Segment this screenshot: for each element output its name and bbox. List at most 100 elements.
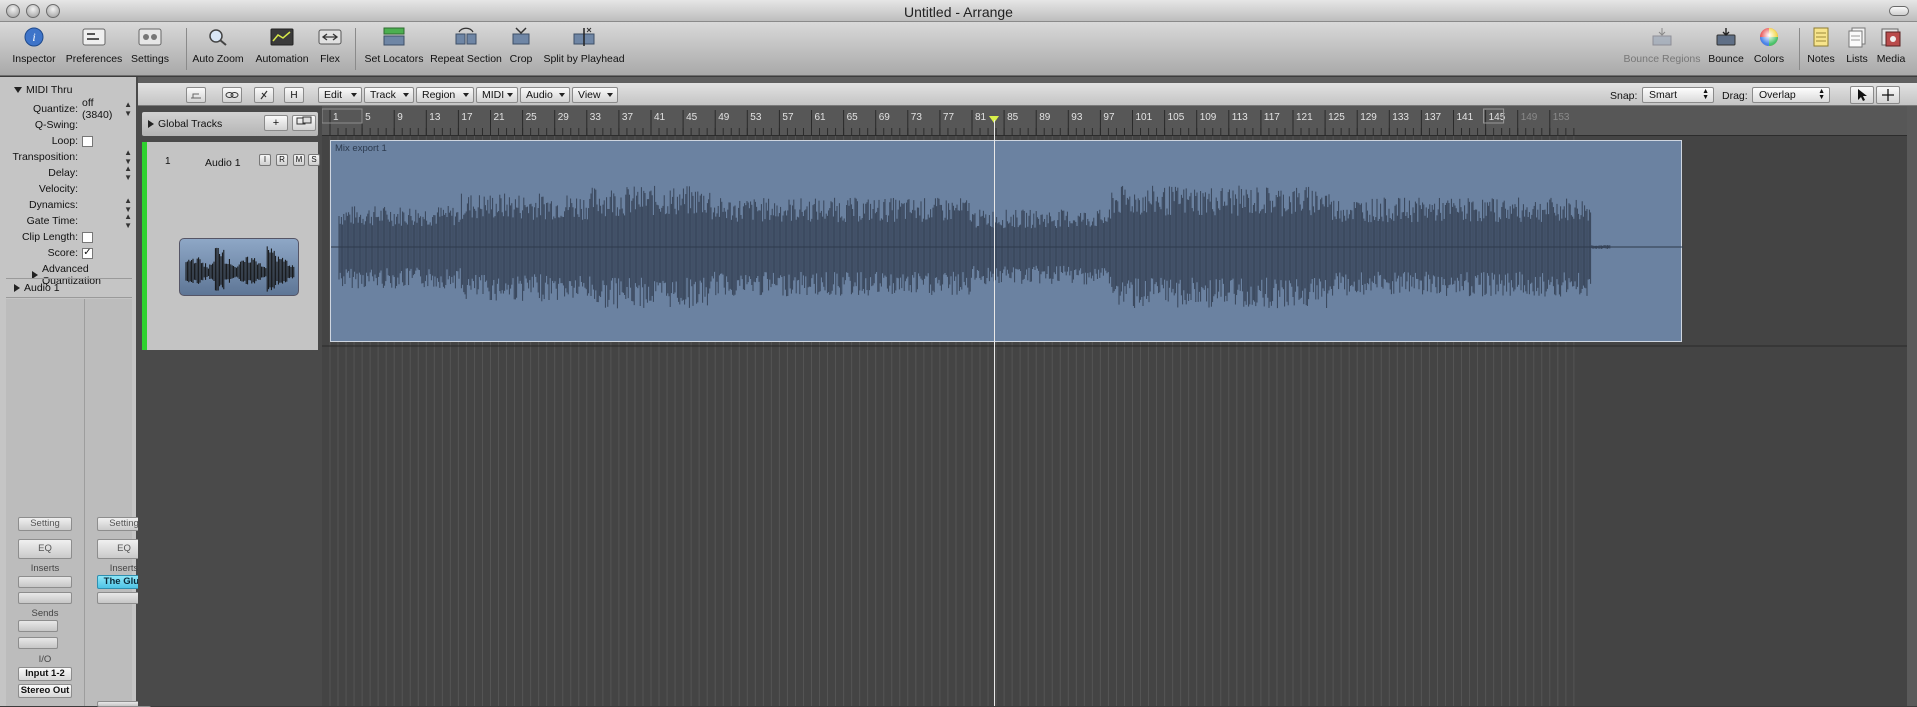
ruler-mark: 65 <box>847 112 859 123</box>
strip1-output-button[interactable]: Stereo Out <box>18 684 72 698</box>
preferences-icon <box>81 26 107 48</box>
settings-icon <box>137 26 163 48</box>
stepper-icon[interactable]: ▲ ▼ <box>124 164 132 182</box>
strip1-eq-button[interactable]: EQ <box>18 539 72 559</box>
flex-button[interactable]: Flex <box>298 26 362 65</box>
duplicate-track-button[interactable] <box>292 115 316 131</box>
disclosure-triangle-icon <box>14 284 20 292</box>
media-button[interactable]: Media <box>1860 26 1917 65</box>
media-icon <box>1878 26 1904 48</box>
score-row[interactable]: Score: ✓ <box>6 245 132 261</box>
midi-thru-disclosure[interactable]: MIDI Thru <box>14 84 72 96</box>
clip-length-checkbox[interactable] <box>82 231 93 243</box>
link-icon[interactable] <box>222 87 242 103</box>
ruler-mark: 29 <box>558 112 570 123</box>
score-checkbox[interactable]: ✓ <box>82 247 93 259</box>
quantize-row[interactable]: Quantize: off (3840) ▲ ▼ <box>6 97 132 121</box>
strip1-setting-button[interactable]: Setting <box>18 517 72 531</box>
gate-time-row[interactable]: Gate Time: ▲ ▼ <box>6 212 132 230</box>
ruler-mark: 113 <box>1232 112 1248 123</box>
ruler-mark: 89 <box>1039 112 1051 123</box>
inspector-button[interactable]: i Inspector <box>2 26 66 65</box>
arrange-local-menu-bar: H Edit Track Region MIDI Audio View Snap… <box>138 77 1917 106</box>
repeat-icon <box>453 26 479 48</box>
updown-icon: ▲ ▼ <box>1702 88 1709 101</box>
input-monitor-button[interactable]: I <box>259 154 271 166</box>
edit-menu[interactable]: Edit <box>318 87 362 103</box>
velocity-row[interactable]: Velocity: <box>6 181 132 197</box>
strip1-send-slot[interactable] <box>18 620 58 632</box>
crosshair-tool-icon[interactable] <box>1876 86 1900 104</box>
ruler-mark: 53 <box>750 112 762 123</box>
loop-checkbox[interactable] <box>82 135 93 147</box>
ruler-mark: 125 <box>1328 112 1345 123</box>
global-tracks-header[interactable]: Global Tracks + <box>142 112 318 136</box>
drag-select[interactable]: Overlap ▲ ▼ <box>1752 87 1830 103</box>
clip-length-row[interactable]: Clip Length: <box>6 229 132 245</box>
audio-region[interactable]: Mix export 1 <box>330 140 1683 342</box>
settings-button[interactable]: Settings <box>118 26 182 65</box>
playhead[interactable] <box>994 120 995 706</box>
midi-menu[interactable]: MIDI <box>476 87 518 103</box>
stepper-icon[interactable]: ▲ ▼ <box>124 212 132 230</box>
preferences-button[interactable]: Preferences <box>62 26 126 65</box>
bar-ruler[interactable]: 1 5 9 13 17 21 25 29 33 37 41 45 49 53 57 61 65 69 73 77 81 8… <box>322 106 1917 136</box>
hide-button[interactable]: H <box>284 87 304 103</box>
audio-menu[interactable]: Audio <box>520 87 570 103</box>
toolbar-separator <box>355 28 356 70</box>
region-menu[interactable]: Region <box>416 87 474 103</box>
split-by-playhead-button[interactable]: Split by Playhead <box>543 26 625 65</box>
title-bar: Untitled - Arrange <box>0 0 1917 22</box>
add-track-button[interactable]: + <box>264 115 288 131</box>
ruler-mark: 37 <box>622 112 634 123</box>
snap-select[interactable]: Smart ▲ ▼ <box>1642 87 1714 103</box>
ruler-mark: 25 <box>526 112 538 123</box>
ruler-mark: 45 <box>686 112 698 123</box>
audio-1-disclosure[interactable]: Audio 1 <box>14 282 60 294</box>
strip1-insert-slot[interactable] <box>18 576 72 588</box>
q-swing-row[interactable]: Q-Swing: <box>6 117 132 133</box>
record-enable-button[interactable]: R <box>276 154 288 166</box>
dynamics-row[interactable]: Dynamics: ▲ ▼ <box>6 196 132 214</box>
chevron-down-icon <box>507 93 513 97</box>
hide-tracks-icon[interactable] <box>254 87 274 103</box>
vertical-scrollbar[interactable] <box>1907 106 1917 706</box>
toolbar-toggle-button[interactable] <box>1889 6 1909 16</box>
ruler-mark: 13 <box>429 112 441 123</box>
ruler-mark: 33 <box>590 112 602 123</box>
strip1-send-slot[interactable] <box>18 637 58 649</box>
ruler-mark: 41 <box>654 112 666 123</box>
strip1-input-button[interactable]: Input 1-2 <box>18 667 72 681</box>
ruler-mark: 57 <box>782 112 794 123</box>
track-header-audio-1[interactable]: 1 Audio 1 I R M S <box>142 142 320 350</box>
stepper-icon[interactable]: ▲ ▼ <box>124 100 132 118</box>
bounce-regions-button[interactable]: Bounce Regions <box>1623 26 1701 65</box>
inspector-panel: MIDI Thru Quantize: off (3840) ▲ ▼ Q-Swing… <box>0 77 151 707</box>
strip1-insert-slot[interactable] <box>18 592 72 604</box>
chevron-down-icon <box>463 93 469 97</box>
ruler-mark: 117 <box>1264 112 1280 123</box>
strip1-sends-label: Sends <box>31 608 59 619</box>
mute-button[interactable]: M <box>293 154 305 166</box>
catch-icon[interactable] <box>186 87 206 103</box>
view-menu[interactable]: View <box>572 87 618 103</box>
auto-zoom-button[interactable]: Auto Zoom <box>186 26 250 65</box>
window-title: Untitled - Arrange <box>904 4 1013 20</box>
ruler-mark: 121 <box>1296 112 1313 123</box>
set-locators-button[interactable]: Set Locators <box>362 26 426 65</box>
chevron-down-icon <box>351 93 357 97</box>
delay-row[interactable]: Delay: ▲ ▼ <box>6 164 132 182</box>
ruler-mark: 1 <box>333 112 339 123</box>
solo-button[interactable]: S <box>308 154 320 166</box>
track-menu[interactable]: Track <box>364 87 414 103</box>
chevron-down-icon <box>607 93 613 97</box>
ruler-mark: 73 <box>911 112 923 123</box>
ruler-mark: 17 <box>461 112 473 123</box>
drag-label: Drag: <box>1722 90 1748 102</box>
track-lanes: Mix export 1 <box>322 136 1917 706</box>
ruler-mark: 61 <box>815 112 827 123</box>
loop-row[interactable]: Loop: <box>6 133 132 149</box>
ruler-mark: 69 <box>879 112 891 123</box>
pointer-tool-icon[interactable] <box>1850 86 1874 104</box>
transposition-row[interactable]: Transposition: ▲ ▼ <box>6 148 132 166</box>
